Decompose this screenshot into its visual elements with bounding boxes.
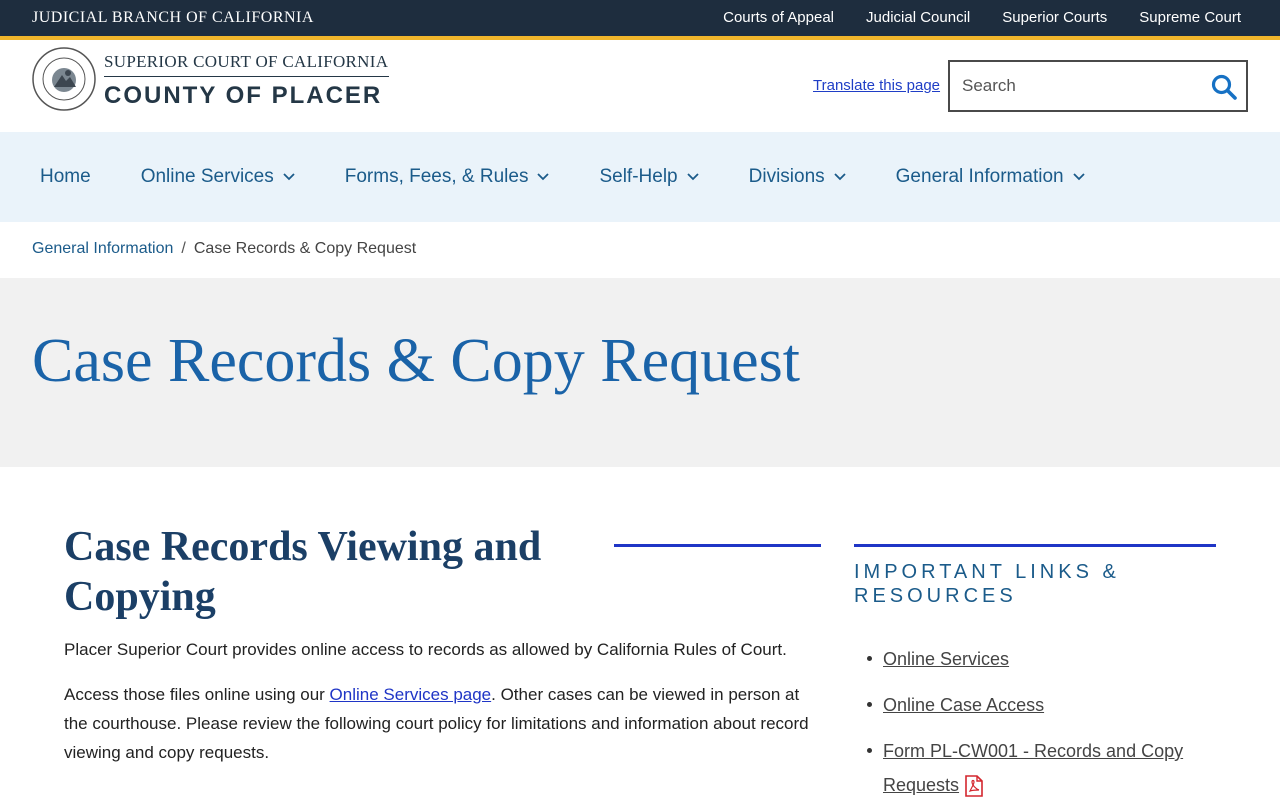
- list-item: Online Services: [867, 642, 1213, 676]
- logo-county-name[interactable]: COUNTY OF PLACER: [104, 82, 382, 110]
- nav-item-forms-fees-rules[interactable]: Forms, Fees, & Rules: [345, 166, 550, 188]
- list-item: Online Case Access: [867, 688, 1213, 722]
- breadcrumb: General Information / Case Records & Copy …: [32, 240, 416, 258]
- section-heading-rule: [614, 544, 821, 547]
- top-link-courts-of-appeal[interactable]: Courts of Appeal: [723, 9, 834, 26]
- sidebar-link-online-services[interactable]: Online Services: [883, 649, 1009, 669]
- nav-item-label: Home: [40, 166, 91, 187]
- main-nav: Home Online Services Forms, Fees, & Rule…: [0, 132, 1280, 222]
- nav-item-label: General Information: [895, 166, 1064, 187]
- top-link-judicial-council[interactable]: Judicial Council: [866, 9, 970, 26]
- nav-item-general-information[interactable]: General Information: [896, 166, 1085, 188]
- chevron-down-icon: [1072, 173, 1085, 181]
- judicial-branch-label[interactable]: JUDICIAL BRANCH OF CALIFORNIA: [32, 9, 314, 27]
- chevron-down-icon: [834, 173, 846, 181]
- logo-divider: [104, 76, 389, 77]
- chevron-down-icon: [283, 173, 295, 181]
- breadcrumb-separator: /: [181, 240, 186, 257]
- translate-link[interactable]: Translate this page: [813, 77, 940, 94]
- top-link-supreme-court[interactable]: Supreme Court: [1139, 9, 1241, 26]
- nav-item-online-services[interactable]: Online Services: [141, 166, 295, 188]
- sidebar-link-online-case-access[interactable]: Online Case Access: [883, 695, 1044, 715]
- nav-item-home[interactable]: Home: [40, 166, 91, 188]
- top-link-superior-courts[interactable]: Superior Courts: [1002, 9, 1107, 26]
- intro-paragraph: Placer Superior Court provides online ac…: [64, 640, 787, 659]
- judicial-branch-bar: JUDICIAL BRANCH OF CALIFORNIA Courts of …: [0, 0, 1280, 40]
- nav-item-label: Self-Help: [599, 166, 678, 187]
- page-title: Case Records & Copy Request: [32, 327, 801, 395]
- nav-item-label: Divisions: [748, 166, 825, 187]
- logo-court-title[interactable]: SUPERIOR COURT OF CALIFORNIA: [104, 52, 388, 72]
- site-header: SUPERIOR COURT OF CALIFORNIA COUNTY OF P…: [0, 40, 1280, 132]
- section-heading: Case Records Viewing and Copying: [64, 524, 542, 620]
- chevron-down-icon: [686, 173, 699, 181]
- sidebar-links: Online Services Online Case Access Form …: [867, 642, 1213, 800]
- breadcrumb-current: Case Records & Copy Request: [193, 240, 417, 257]
- nav-item-divisions[interactable]: Divisions: [749, 166, 846, 188]
- sidebar-title: IMPORTANT LINKS & RESOURCES: [854, 561, 1120, 607]
- seal-icon[interactable]: [32, 47, 96, 111]
- sidebar-link-form-pl-cw001[interactable]: Form PL-CW001 - Records and Copy Request…: [883, 741, 1183, 795]
- top-links: Courts of Appeal Judicial Council Superi…: [723, 9, 1241, 26]
- online-services-page-link[interactable]: Online Services page: [330, 685, 492, 704]
- sidebar-rule: [854, 544, 1216, 547]
- list-item: Form PL-CW001 - Records and Copy Request…: [867, 734, 1213, 800]
- nav-item-label: Online Services: [140, 166, 274, 187]
- pdf-icon[interactable]: [965, 775, 983, 798]
- access-text-before: Access those files online using our: [64, 685, 330, 704]
- nav-item-label: Forms, Fees, & Rules: [344, 166, 529, 187]
- chevron-down-icon: [537, 173, 550, 181]
- breadcrumb-parent-link[interactable]: General Information: [32, 240, 173, 257]
- search-box: [948, 60, 1248, 112]
- page-hero: Case Records & Copy Request: [0, 278, 1280, 467]
- nav-item-self-help[interactable]: Self-Help: [599, 166, 699, 188]
- access-paragraph: Access those files online using our Onli…: [64, 680, 824, 767]
- search-input[interactable]: [962, 74, 1202, 98]
- search-icon[interactable]: [1210, 73, 1238, 101]
